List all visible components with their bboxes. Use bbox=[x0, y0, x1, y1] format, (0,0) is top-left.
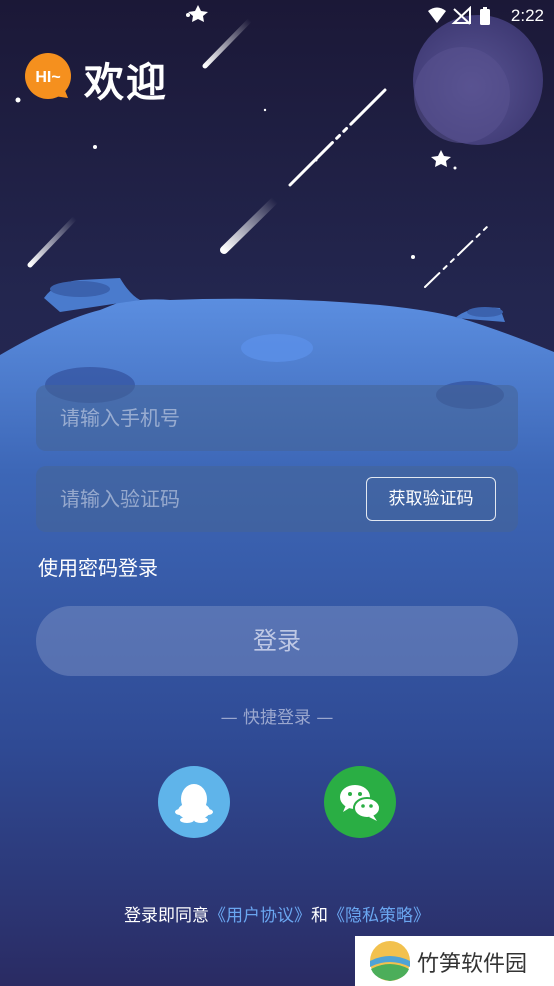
status-bar: 2:22 bbox=[0, 0, 554, 32]
password-login-link[interactable]: 使用密码登录 bbox=[38, 552, 158, 581]
battery-icon bbox=[480, 9, 490, 25]
agreement-and: 和 bbox=[311, 906, 328, 926]
watermark-text: 竹笋软件园 bbox=[417, 952, 528, 977]
agreement-text: 登录即同意《用户协议》和《隐私策略》 bbox=[0, 901, 554, 926]
phone-field-container bbox=[36, 385, 518, 451]
qq-penguin-icon bbox=[175, 784, 213, 823]
wechat-icon bbox=[340, 785, 381, 821]
quick-login-title: — 快捷登录 — bbox=[220, 708, 334, 728]
hi-badge-icon: HI~ bbox=[24, 52, 72, 100]
get-code-button[interactable]: 获取验证码 bbox=[366, 477, 496, 521]
agreement-prefix: 登录即同意 bbox=[124, 906, 209, 926]
watermark: 竹笋软件园 bbox=[355, 936, 554, 986]
privacy-policy-link[interactable]: 《隐私策略》 bbox=[328, 906, 430, 926]
wechat-login-button[interactable] bbox=[324, 766, 396, 838]
watermark-logo-icon bbox=[370, 941, 410, 981]
verification-code-input[interactable] bbox=[36, 466, 380, 532]
status-time: 2:22 bbox=[510, 6, 544, 25]
qq-login-button[interactable] bbox=[158, 766, 230, 838]
page-title: 欢迎 bbox=[84, 60, 168, 106]
wifi-icon bbox=[428, 7, 446, 23]
user-agreement-link[interactable]: 《用户协议》 bbox=[209, 906, 311, 926]
code-field-container: 获取验证码 bbox=[36, 466, 518, 532]
status-icons bbox=[426, 5, 496, 32]
login-button[interactable]: 登录 bbox=[36, 606, 518, 676]
hi-badge-text: HI~ bbox=[35, 69, 60, 86]
phone-input[interactable] bbox=[36, 385, 380, 451]
